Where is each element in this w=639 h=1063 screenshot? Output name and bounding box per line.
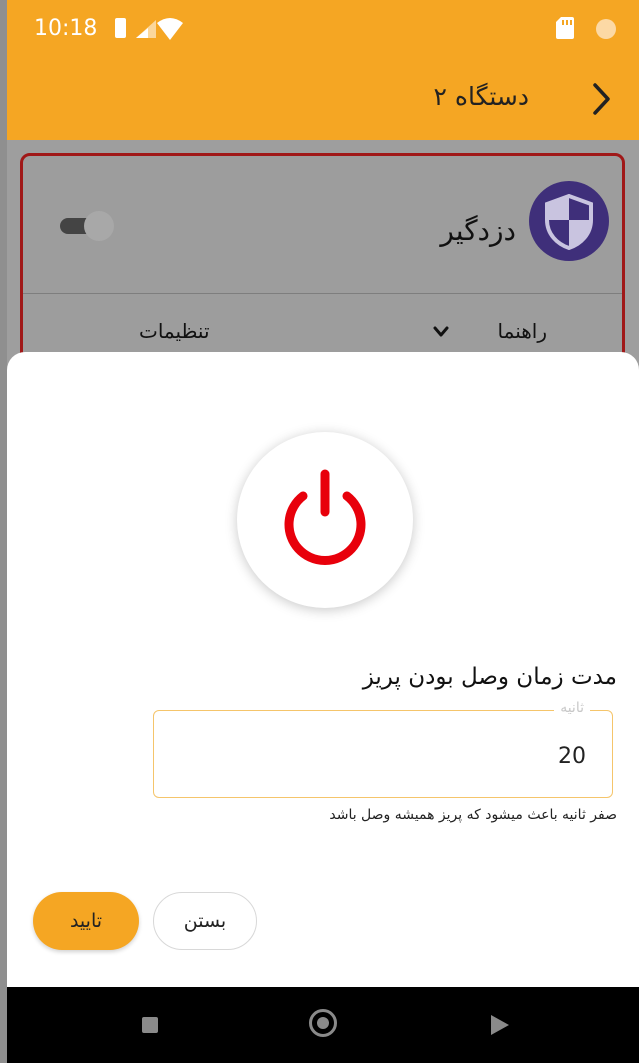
card-title: دزدگیر [440,214,516,247]
shield-icon [529,181,609,261]
recents-icon[interactable] [142,1017,158,1033]
sd-card-icon [556,17,574,39]
status-dot-icon [596,19,616,39]
helper-text: صفر ثانیه باعث میشود که پریز همیشه وصل ب… [329,807,617,823]
close-button[interactable]: بستن [153,892,257,950]
nav-bar [7,987,639,1063]
field-legend: ثانیه [554,700,590,716]
signal-icon [136,20,156,38]
toggle-knob[interactable] [84,211,114,241]
status-time: 10:18 [34,16,98,41]
status-bar: 10:18 [7,0,639,62]
chevron-right-icon[interactable] [592,82,612,116]
app-bar: دستگاه ۲ [7,62,639,140]
duration-label: مدت زمان وصل بودن پریز [362,664,617,690]
home-icon-inner [317,1017,329,1029]
seconds-field[interactable]: ثانیه [153,700,613,798]
power-button[interactable] [237,432,413,608]
settings-button[interactable]: تنظیمات [139,319,210,343]
back-triangle-icon[interactable] [491,1015,509,1035]
confirm-button[interactable]: تایید [33,892,139,950]
page-title: دستگاه ۲ [433,82,529,111]
wifi-icon [157,18,183,40]
battery-icon [115,18,126,38]
screen: 10:18 دستگاه ۲ دزدگیر راهنما تنظیمات مدت… [7,0,639,1063]
home-icon[interactable] [309,1009,337,1037]
help-button[interactable]: راهنما [498,319,547,343]
power-icon [284,469,366,565]
seconds-input[interactable] [384,743,588,770]
card-divider [23,293,622,294]
device-frame: 10:18 دستگاه ۲ دزدگیر راهنما تنظیمات مدت… [0,0,639,1063]
bottom-sheet: مدت زمان وصل بودن پریز ثانیه صفر ثانیه ب… [7,352,639,987]
chevron-down-icon[interactable] [433,326,449,338]
